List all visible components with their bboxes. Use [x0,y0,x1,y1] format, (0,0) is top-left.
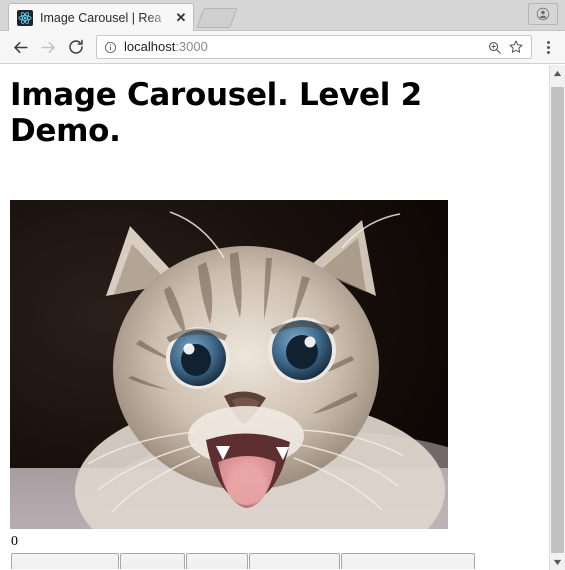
tab-title: Image Carousel | Rea [40,10,162,25]
star-icon[interactable] [505,36,527,58]
auto-back-button[interactable]: Auto Back [11,553,120,569]
react-logo-icon [17,9,33,26]
stop-button[interactable]: Stop [185,553,248,569]
carousel-controls: Auto Back Back Stop Forward Auto Forward [11,553,476,569]
url-host: localhost [124,39,176,54]
browser-toolbar: localhost:3000 [0,31,565,64]
vertical-scrollbar[interactable] [549,65,565,570]
tab-strip: Image Carousel | Rea ✕ [0,0,565,31]
zoom-in-icon[interactable] [483,36,505,58]
browser-window: Image Carousel | Rea ✕ localhost:3000 Im… [0,0,565,570]
page-viewport: Image Carousel. Level 2 Demo. 0 [0,64,565,569]
url-port: :3000 [175,39,208,54]
back-button[interactable]: Back [120,553,185,569]
back-button[interactable] [6,33,34,61]
scroll-down-icon[interactable] [550,554,565,570]
new-tab-button[interactable] [196,8,238,28]
carousel-index-counter: 0 [11,534,18,549]
site-info-icon[interactable] [104,41,118,54]
forward-button[interactable] [34,33,62,61]
profile-avatar-icon[interactable] [528,3,558,25]
page-title: Image Carousel. Level 2 Demo. [10,77,422,149]
close-icon[interactable]: ✕ [173,10,189,26]
auto-forward-button[interactable]: Auto Forward [340,553,476,569]
reload-button[interactable] [62,33,90,61]
url-text: localhost:3000 [124,36,483,58]
scrollbar-thumb[interactable] [551,87,564,553]
dot [546,40,550,44]
forward-button[interactable]: Forward [248,553,340,569]
browser-menu-button[interactable] [537,34,559,60]
address-bar[interactable]: localhost:3000 [96,35,532,59]
scroll-up-icon[interactable] [550,65,565,81]
carousel-image[interactable] [10,200,448,529]
tab-image-carousel[interactable]: Image Carousel | Rea ✕ [8,3,194,31]
dot [546,50,550,54]
dot [546,45,550,49]
